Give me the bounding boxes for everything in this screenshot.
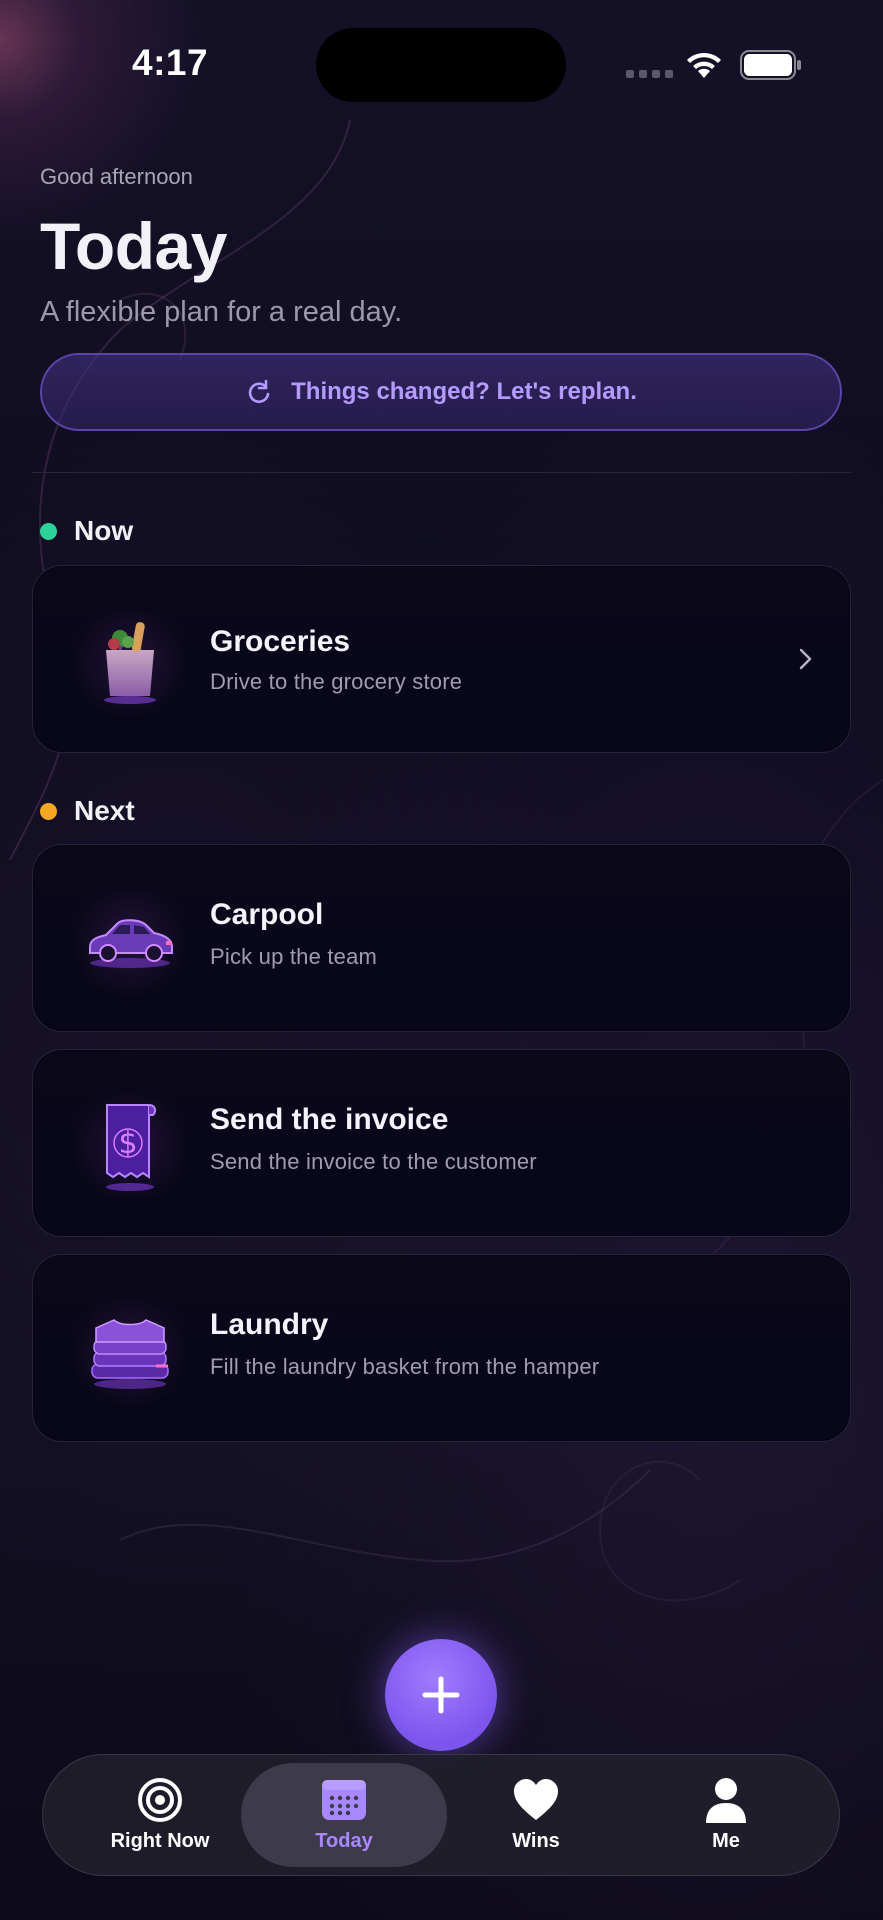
wifi-icon xyxy=(687,52,721,78)
plus-icon xyxy=(422,1676,460,1714)
tab-me[interactable]: Me xyxy=(623,1763,829,1867)
status-time: 4:17 xyxy=(132,42,209,83)
replan-label: Things changed? Let's replan. xyxy=(291,378,637,405)
task-title: Groceries xyxy=(210,625,351,658)
invoice-receipt-icon: $ xyxy=(75,1090,185,1200)
section-now-label: Now xyxy=(74,515,134,546)
tab-right-now[interactable]: Right Now xyxy=(57,1763,263,1867)
section-now: Now xyxy=(40,515,133,547)
page-title: Today xyxy=(40,209,227,283)
tab-label: Wins xyxy=(512,1829,560,1852)
task-card-laundry[interactable]: Laundry Fill the laundry basket from the… xyxy=(32,1254,851,1442)
task-description: Fill the laundry basket from the hamper xyxy=(210,1354,600,1379)
task-card-groceries[interactable]: Groceries Drive to the grocery store xyxy=(32,565,851,753)
calendar-icon xyxy=(322,1779,366,1820)
task-description: Drive to the grocery store xyxy=(210,669,463,694)
add-task-button[interactable] xyxy=(385,1639,497,1751)
divider xyxy=(32,472,851,473)
tab-bar: Right Now Today Wins Me xyxy=(42,1754,840,1876)
task-description: Send the invoice to the customer xyxy=(210,1149,537,1174)
tab-label: Right Now xyxy=(110,1829,210,1852)
page-subtitle: A flexible plan for a real day. xyxy=(40,296,403,328)
heart-icon xyxy=(514,1778,558,1820)
task-title: Laundry xyxy=(210,1308,329,1341)
target-icon xyxy=(138,1777,182,1822)
chevron-right-icon xyxy=(799,648,812,670)
cellular-signal-icon xyxy=(626,70,673,78)
tab-label: Me xyxy=(712,1829,740,1852)
tab-wins[interactable]: Wins xyxy=(433,1763,639,1867)
car-icon xyxy=(75,885,185,995)
task-description: Pick up the team xyxy=(210,944,378,969)
section-next-label: Next xyxy=(74,795,135,826)
tab-today[interactable]: Today xyxy=(241,1763,447,1867)
folded-clothes-icon xyxy=(75,1295,185,1405)
dynamic-island xyxy=(316,28,566,102)
task-card-carpool[interactable]: Carpool Pick up the team xyxy=(32,844,851,1032)
next-status-dot xyxy=(40,802,57,820)
task-title: Carpool xyxy=(210,898,324,931)
section-next: Next xyxy=(40,795,135,827)
now-status-dot xyxy=(40,522,57,540)
refresh-icon xyxy=(248,379,270,404)
greeting: Good afternoon xyxy=(40,164,193,189)
task-card-invoice[interactable]: $ Send the invoice Send the invoice to t… xyxy=(32,1049,851,1237)
battery-icon xyxy=(740,50,801,80)
grocery-bag-icon xyxy=(75,606,185,716)
person-icon xyxy=(706,1777,746,1823)
task-title: Send the invoice xyxy=(210,1103,449,1136)
tab-label: Today xyxy=(315,1829,373,1852)
replan-button[interactable]: Things changed? Let's replan. xyxy=(40,353,842,431)
